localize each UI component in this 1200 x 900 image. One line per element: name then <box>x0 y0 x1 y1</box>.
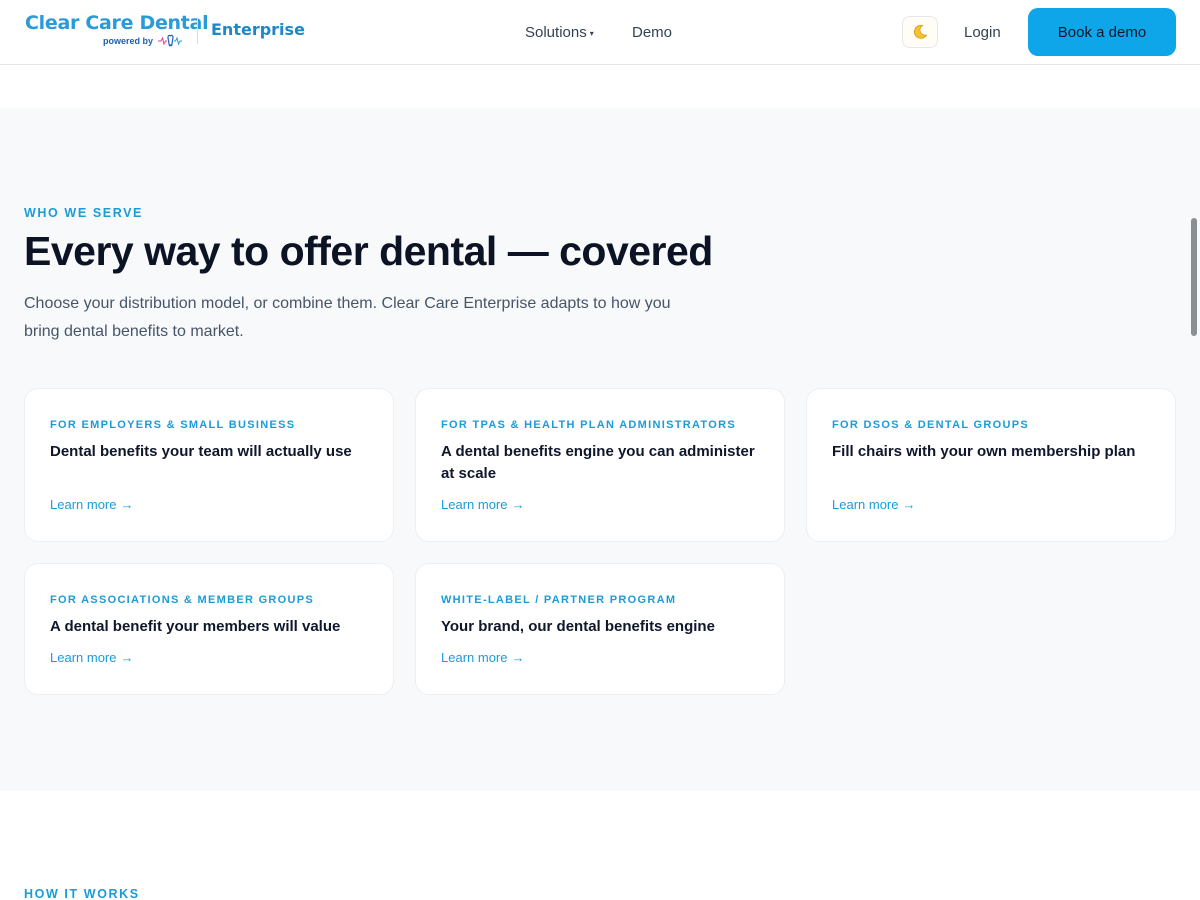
powered-by-label: powered by <box>103 36 154 46</box>
logo-divider <box>197 17 198 44</box>
card-title: A dental benefits engine you can adminis… <box>441 443 755 482</box>
card-tpas[interactable]: FOR TPAS & HEALTH PLAN ADMINISTRATORS A … <box>415 388 785 542</box>
card-employers[interactable]: FOR EMPLOYERS & SMALL BUSINESS Dental be… <box>24 388 394 542</box>
arrow-right-icon: → <box>902 497 916 512</box>
caret-down-icon: ▾ <box>589 28 594 38</box>
nav-solutions[interactable]: Solutions ▾ <box>525 24 594 41</box>
how-it-works-section: HOW IT WORKS <box>0 791 1200 900</box>
section-eyebrow: WHO WE SERVE <box>24 206 143 220</box>
card-associations[interactable]: FOR ASSOCIATIONS & MEMBER GROUPS A denta… <box>24 563 394 695</box>
learn-more-label: Learn more <box>441 497 508 512</box>
card-title: A dental benefit your members will value <box>50 618 341 635</box>
card-tag: WHITE-LABEL / PARTNER PROGRAM <box>441 594 677 606</box>
card-title: Your brand, our dental benefits engine <box>441 618 715 635</box>
arrow-right-icon: → <box>120 650 134 665</box>
moon-icon <box>913 24 928 39</box>
product-name: Enterprise <box>211 20 305 39</box>
theme-toggle-button[interactable] <box>902 16 938 48</box>
card-tag: FOR ASSOCIATIONS & MEMBER GROUPS <box>50 594 315 606</box>
section-eyebrow: HOW IT WORKS <box>24 887 140 900</box>
card-tag: FOR DSOS & DENTAL GROUPS <box>832 419 1030 431</box>
card-tag: FOR EMPLOYERS & SMALL BUSINESS <box>50 419 296 431</box>
tooth-logo-icon <box>158 34 183 47</box>
learn-more-label: Learn more <box>441 650 508 665</box>
section-heading: Every way to offer dental — covered <box>24 228 713 274</box>
powered-by: powered by <box>103 34 183 48</box>
section-lead: Choose your distribution model, or combi… <box>24 295 671 340</box>
nav-login[interactable]: Login <box>964 24 1001 41</box>
card-title: Dental benefits your team will actually … <box>50 443 352 460</box>
learn-more-link[interactable]: Learn more → <box>50 650 133 665</box>
learn-more-link[interactable]: Learn more → <box>441 497 524 512</box>
site-header: Clear Care Dental powered by Enterprise … <box>0 0 1200 65</box>
learn-more-label: Learn more <box>50 497 117 512</box>
learn-more-label: Learn more <box>832 497 899 512</box>
nav-solutions-label: Solutions <box>525 24 587 41</box>
card-white-label[interactable]: WHITE-LABEL / PARTNER PROGRAM Your brand… <box>415 563 785 695</box>
card-tag: FOR TPAS & HEALTH PLAN ADMINISTRATORS <box>441 419 736 431</box>
brand-logo[interactable]: Clear Care Dental powered by <box>25 12 209 47</box>
arrow-right-icon: → <box>120 497 134 512</box>
card-dsos[interactable]: FOR DSOS & DENTAL GROUPS Fill chairs wit… <box>806 388 1176 542</box>
page-scrollbar[interactable] <box>1191 218 1197 336</box>
arrow-right-icon: → <box>511 497 525 512</box>
book-demo-button[interactable]: Book a demo <box>1028 8 1176 56</box>
learn-more-label: Learn more <box>50 650 117 665</box>
nav-demo[interactable]: Demo <box>632 24 672 41</box>
learn-more-link[interactable]: Learn more → <box>441 650 524 665</box>
learn-more-link[interactable]: Learn more → <box>50 497 133 512</box>
logo-text: Clear Care Dental <box>25 12 209 34</box>
card-title: Fill chairs with your own membership pla… <box>832 443 1136 460</box>
arrow-right-icon: → <box>511 650 525 665</box>
who-we-serve-section: WHO WE SERVE Every way to offer dental —… <box>0 108 1200 791</box>
learn-more-link[interactable]: Learn more → <box>832 497 915 512</box>
